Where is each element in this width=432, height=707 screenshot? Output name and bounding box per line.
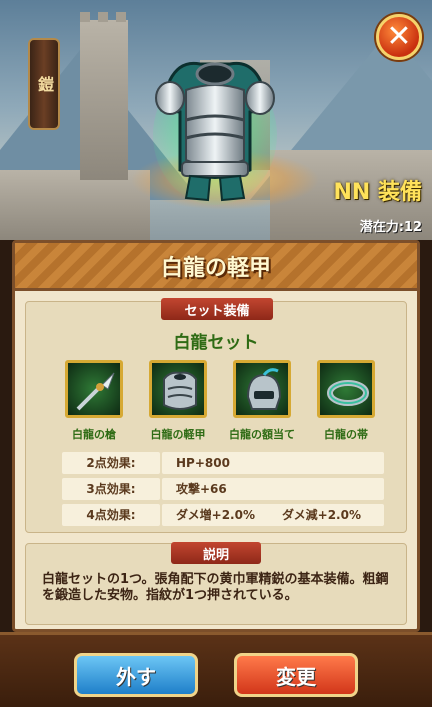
change-button-label: 変更 — [276, 664, 316, 689]
great-wall-left — [0, 170, 150, 240]
effect-key: 3点効果: — [62, 478, 160, 500]
set-header-ribbon: セット装備 — [161, 298, 273, 320]
item-frame — [317, 360, 375, 418]
item-frame — [233, 360, 291, 418]
description-header: 説明 — [202, 547, 229, 563]
set-item-spear[interactable]: 白龍の槍 — [54, 360, 134, 441]
description-text: 白龍セットの1つ。張角配下の黄巾軍精鋭の基本装備。粗鋼を鍛造した安物。指紋が1つ… — [42, 572, 389, 603]
item-preview-scene: 鎧 ✕ NN 装備 潜在力:12 — [0, 0, 432, 240]
helmet-icon — [246, 368, 282, 410]
change-button[interactable]: 変更 — [234, 653, 358, 697]
equipment-slot-tag: 鎧 — [28, 38, 60, 130]
set-item-belt[interactable]: 白龍の帯 — [306, 360, 386, 441]
effect-row: 4点効果: ダメ増+2.0% ダメ減+2.0% — [62, 504, 390, 526]
crenel — [80, 12, 90, 22]
item-label: 白龍の帯 — [324, 428, 368, 441]
title-bar: 白龍の軽甲 — [15, 243, 417, 291]
watch-tower — [80, 20, 128, 180]
description-header-ribbon: 説明 — [171, 542, 261, 564]
potential-label: 潜在力:12 — [359, 220, 422, 235]
item-label: 白龍の槍 — [72, 428, 116, 441]
item-label: 白龍の額当て — [229, 428, 295, 441]
set-item-armor[interactable]: 白龍の軽甲 — [138, 360, 218, 441]
set-bonus-box: セット装備 白龍セット 白龍の槍 白龍の軽甲 白龍の額当て 白龍の帯 2点効果:… — [25, 298, 407, 533]
armor-icon — [153, 61, 277, 205]
effect-value: ダメ増+2.0% ダメ減+2.0% — [162, 504, 384, 526]
action-bar: 外す 変更 — [0, 632, 432, 707]
slot-label: 鎧 — [35, 76, 54, 92]
effect-value: HP+800 — [162, 452, 384, 474]
set-header: セット装備 — [184, 303, 250, 319]
remove-button-label: 外す — [116, 664, 156, 689]
effect-row: 2点効果: HP+800 — [62, 452, 390, 474]
description-box: 説明 白龍セットの1つ。張角配下の黄巾軍精鋭の基本装備。粗鋼を鍛造した安物。指紋… — [25, 542, 407, 625]
spear-icon — [76, 372, 115, 411]
close-icon: ✕ — [386, 19, 412, 54]
belt-icon — [327, 380, 369, 406]
armor-icon — [163, 371, 197, 410]
crenel — [116, 12, 126, 22]
item-frame — [149, 360, 207, 418]
set-name: 白龍セット — [173, 333, 259, 353]
close-button[interactable]: ✕ — [376, 14, 422, 60]
effect-key: 2点効果: — [62, 452, 160, 474]
effect-row: 3点効果: 攻撃+66 — [62, 478, 390, 500]
effect-value: 攻撃+66 — [162, 478, 384, 500]
item-frame — [65, 360, 123, 418]
item-info-panel: 白龍の軽甲 セット装備 白龍セット 白龍の槍 白龍の軽甲 白龍の額当て 白龍の帯… — [12, 240, 420, 632]
item-title: 白龍の軽甲 — [160, 255, 271, 281]
rank-label: NN 装備 — [333, 180, 422, 205]
remove-button[interactable]: 外す — [74, 653, 198, 697]
effect-value-secondary: ダメ減+2.0% — [282, 508, 361, 522]
effect-value-primary: ダメ増+2.0% — [176, 508, 255, 522]
set-item-helmet[interactable]: 白龍の額当て — [222, 360, 302, 441]
crenel — [98, 12, 108, 22]
item-label: 白龍の軽甲 — [150, 428, 206, 441]
effect-key: 4点効果: — [62, 504, 160, 526]
